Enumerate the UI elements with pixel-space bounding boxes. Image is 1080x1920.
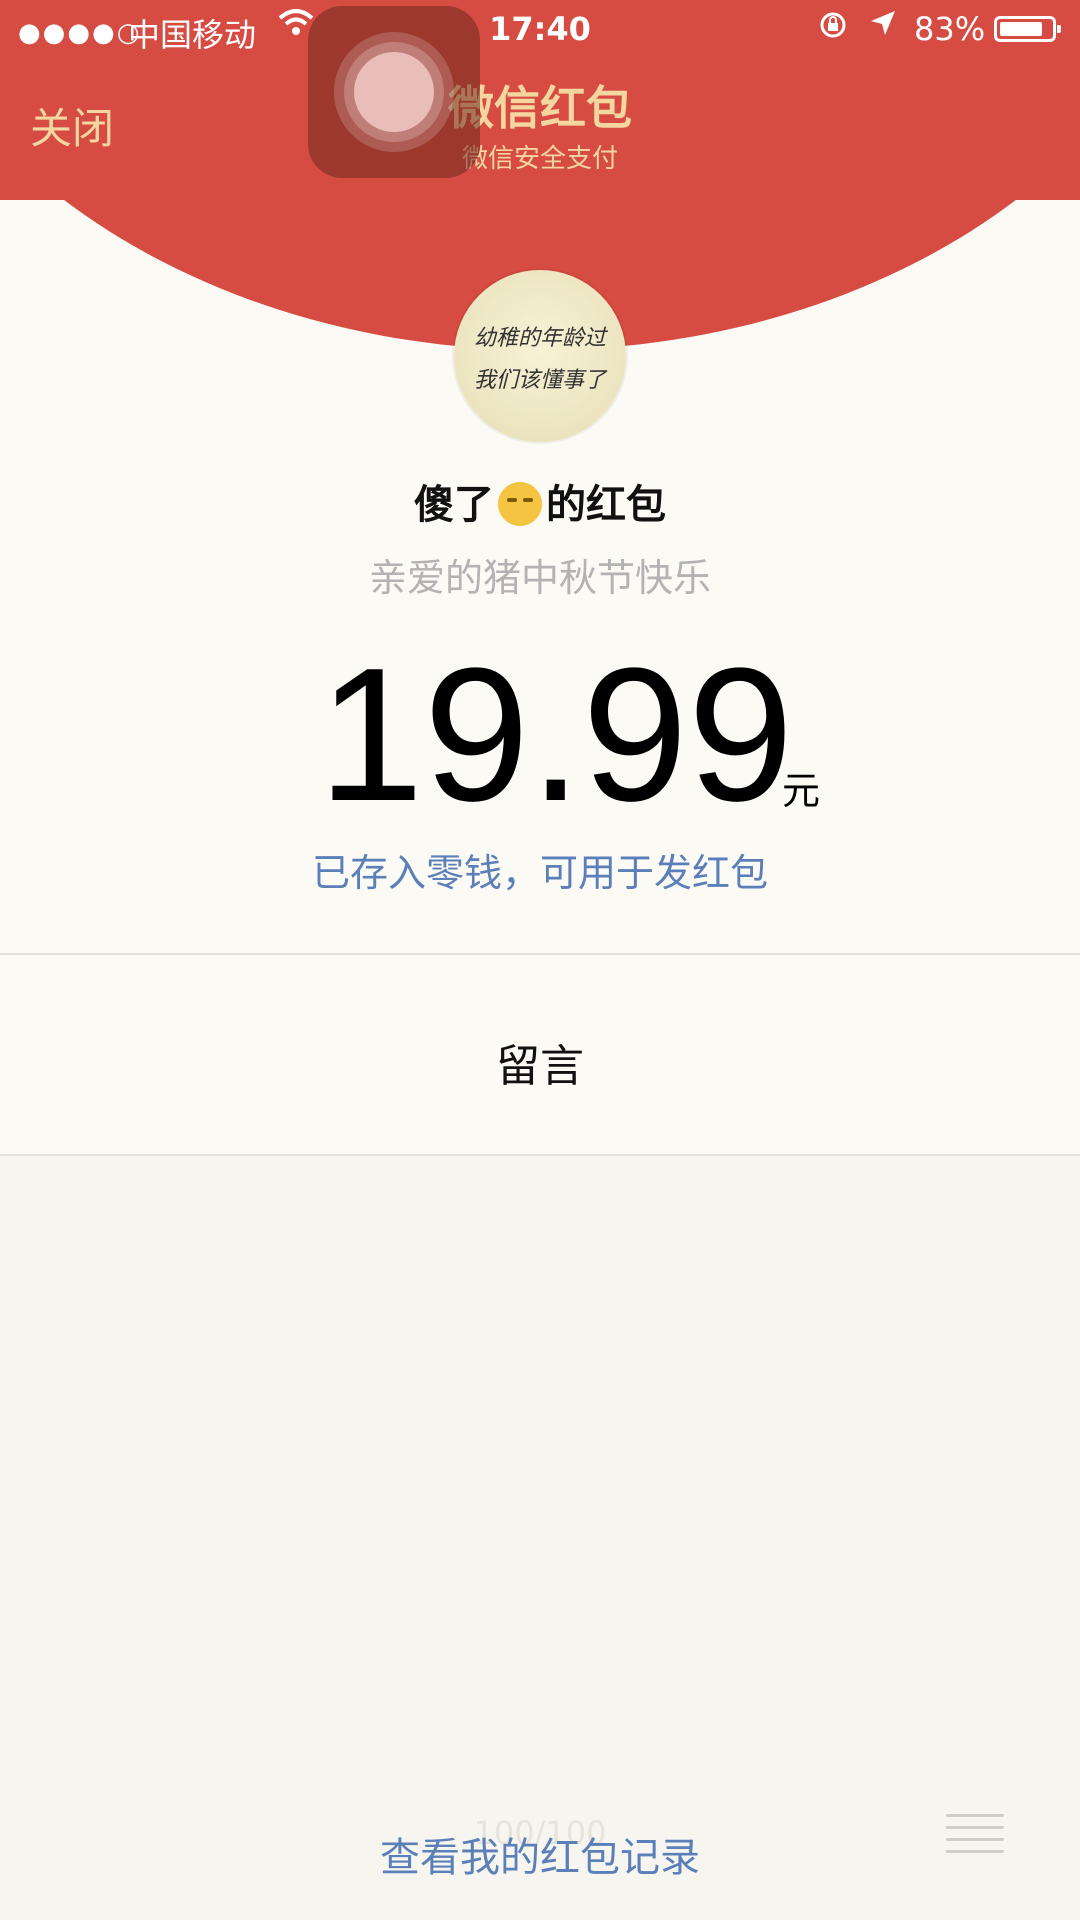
rotation-lock-icon [818,10,848,48]
avatar-text-line1: 幼稚的年龄过 [473,326,606,351]
currency-unit: 元 [782,769,821,813]
deposit-link[interactable]: 已存入零钱，可用于发红包 [0,842,1080,897]
pensive-face-emoji-icon [498,482,542,526]
sender-title: 傻了 的红包 [0,472,1080,530]
sender-name: 傻了 [414,482,494,528]
amount-value: 19.99 [318,629,794,841]
sender-suffix: 的红包 [546,482,666,528]
page-title: 微信红包 [448,81,632,135]
location-arrow-icon [868,8,898,46]
avatar-text-line2: 我们该懂事了 [473,368,606,393]
page-subtitle: 微信安全支付 [461,144,618,174]
leave-message-button[interactable]: 留言 [0,1030,1080,1094]
red-packet-records-link[interactable]: 查看我的红包记录 [0,1825,1080,1883]
status-bar: ●●●●○ 中国移动 17:40 83% [0,0,1080,60]
battery-icon [994,16,1061,42]
avatar[interactable]: 幼稚的年龄过 我们该懂事了 [454,270,626,442]
list-menu-icon[interactable] [946,1812,1004,1856]
assistive-touch-icon[interactable] [308,6,480,178]
wish-message: 亲爱的猪中秋节快乐 [368,556,711,600]
divider-bottom [0,1154,1080,1156]
divider-top [0,953,1080,955]
battery-percent: 83% [914,10,986,48]
